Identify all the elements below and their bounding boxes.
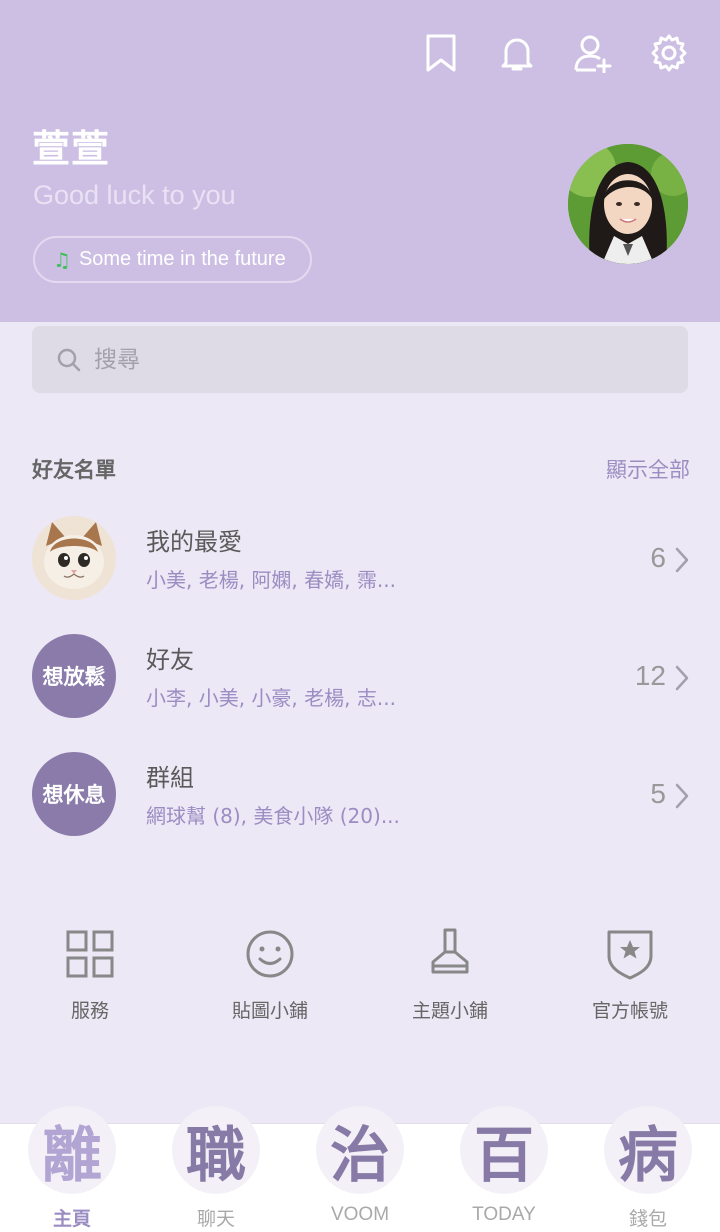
nav-tab-chat[interactable]: 職 聊天 [156,1106,276,1232]
bottom-nav: 離 主頁 職 聊天 治 VOOM 百 TODAY 病 錢包 [0,1106,720,1232]
nav-label: 主頁 [52,1209,91,1230]
profile-name[interactable]: 萱萱 [32,118,110,173]
list-item-members: 小美, 老楊, 阿嫻, 春嬌, 霈... [146,568,396,592]
list-item-members: 小李, 小美, 小豪, 老楊, 志... [146,686,396,710]
list-item-count: 5 [650,778,666,809]
friends-section-title: 好友名單 [32,458,116,482]
friends-avatar: 想放鬆 [32,634,116,718]
list-item-count: 12 [634,660,666,691]
shortcut-official-accounts[interactable]: 官方帳號 [560,926,700,1036]
nav-tab-home[interactable]: 離 主頁 [12,1106,132,1232]
header-toolbar [422,30,688,76]
groups-avatar: 想休息 [32,752,116,836]
list-item-title: 我的最愛 [146,528,242,556]
chevron-right-icon [675,783,689,809]
shortcut-label: 官方帳號 [591,1000,668,1022]
bookmark-icon[interactable] [422,30,460,76]
shortcut-label: 主題小鋪 [411,1000,488,1022]
shortcut-theme-shop[interactable]: 主題小鋪 [380,926,520,1036]
grid-icon [66,930,114,978]
nav-tab-wallet[interactable]: 病 錢包 [588,1106,708,1232]
list-item-friends[interactable]: 想放鬆 好友 小李, 小美, 小豪, 老楊, 志... 12 [0,634,720,744]
shortcut-sticker-shop[interactable]: 貼圖小鋪 [200,926,340,1036]
nav-tab-voom[interactable]: 治 VOOM [300,1106,420,1232]
nav-badge: 治 [316,1106,404,1194]
nav-label: VOOM [330,1204,390,1225]
shortcut-label: 貼圖小鋪 [231,1000,308,1022]
smiley-icon [246,930,294,978]
chevron-right-icon [675,665,689,691]
nav-badge: 職 [172,1106,260,1194]
shortcut-grid: 服務 貼圖小鋪 主題小鋪 官方帳號 [0,926,720,1036]
profile-music-title: Some time in the future [78,248,286,270]
list-item-count: 6 [650,542,666,573]
list-item-title: 好友 [146,646,194,674]
status-message[interactable]: Good luck to you [33,180,236,211]
profile-music-pill[interactable]: ♫ Some time in the future [33,236,312,283]
nav-badge: 百 [460,1106,548,1194]
search-bar[interactable] [32,326,688,393]
shortcut-label: 服務 [70,1000,109,1022]
chevron-right-icon [675,547,689,573]
bell-icon[interactable] [498,30,536,76]
list-item-favorites[interactable]: 我的最愛 小美, 老楊, 阿嫻, 春嬌, 霈... 6 [0,516,720,626]
settings-icon[interactable] [650,30,688,76]
nav-label: 聊天 [196,1209,235,1230]
cat-avatar [32,516,116,600]
show-all-link[interactable]: 顯示全部 [606,454,690,484]
nav-label: TODAY [472,1204,536,1225]
list-item-members: 網球幫 (8), 美食小隊 (20)... [146,804,400,828]
profile-header: 萱萱 Good luck to you ♫ Some time in the f… [0,0,720,322]
music-note-icon: ♫ [53,247,71,272]
nav-badge: 離 [28,1106,116,1194]
search-icon [57,348,81,371]
search-input[interactable] [94,346,654,373]
nav-badge: 病 [604,1106,692,1194]
nav-tab-today[interactable]: 百 TODAY [444,1106,564,1232]
list-item-title: 群組 [146,764,194,792]
nav-label: 錢包 [628,1209,667,1230]
list-item-groups[interactable]: 想休息 群組 網球幫 (8), 美食小隊 (20)... 5 [0,752,720,862]
add-friend-icon[interactable] [574,30,612,76]
brush-icon [431,928,469,974]
profile-avatar[interactable] [568,144,688,264]
shortcut-services[interactable]: 服務 [20,926,160,1036]
shield-star-icon [607,930,653,980]
